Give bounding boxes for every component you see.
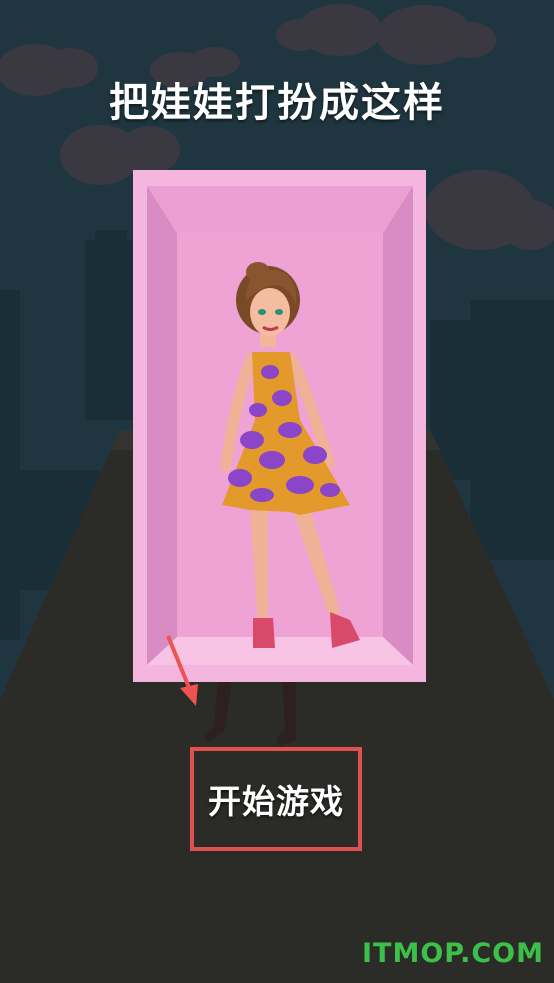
game-screen: 把娃娃打扮成这样 开始游戏 ITMOP.COM [0,0,554,983]
start-game-button[interactable]: 开始游戏 [190,747,362,851]
start-game-label: 开始游戏 [208,782,344,821]
instruction-title: 把娃娃打扮成这样 [109,80,445,126]
watermark-text: ITMOP.COM [361,938,544,969]
